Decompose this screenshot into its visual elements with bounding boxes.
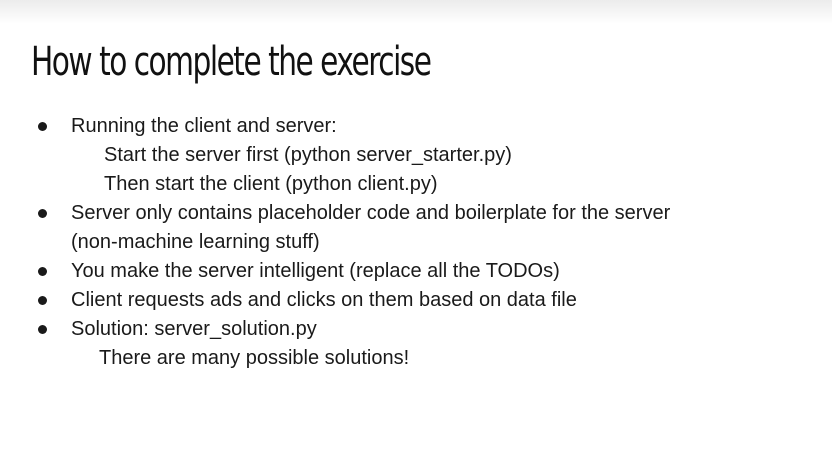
bullet-text: Server only contains placeholder code an… <box>71 202 671 224</box>
bullet-text: Solution: server_solution.py <box>71 318 317 340</box>
sub-item-text: Then start the client (python client.py) <box>104 173 438 195</box>
top-shade <box>0 0 832 24</box>
bullet-dot-icon <box>38 112 48 141</box>
bullet-text: Client requests ads and clicks on them b… <box>71 289 577 311</box>
bullet-text: Running the client and server: <box>71 115 337 137</box>
sub-item-text: Start the server first (python server_st… <box>104 144 512 166</box>
bullet-text: You make the server intelligent (replace… <box>71 260 560 282</box>
bullet-continuation-text: (non-machine learning stuff) <box>71 231 320 253</box>
bullet-dot-icon <box>38 315 48 344</box>
slide-title: How to complete the exercise <box>31 39 432 85</box>
bullet-dot-icon <box>38 257 48 286</box>
slide: How to complete the exercise Running the… <box>0 0 832 453</box>
bullet-dot-icon <box>38 286 48 315</box>
sub-item-text: There are many possible solutions! <box>99 347 410 369</box>
bullet-dot-icon <box>38 199 48 228</box>
